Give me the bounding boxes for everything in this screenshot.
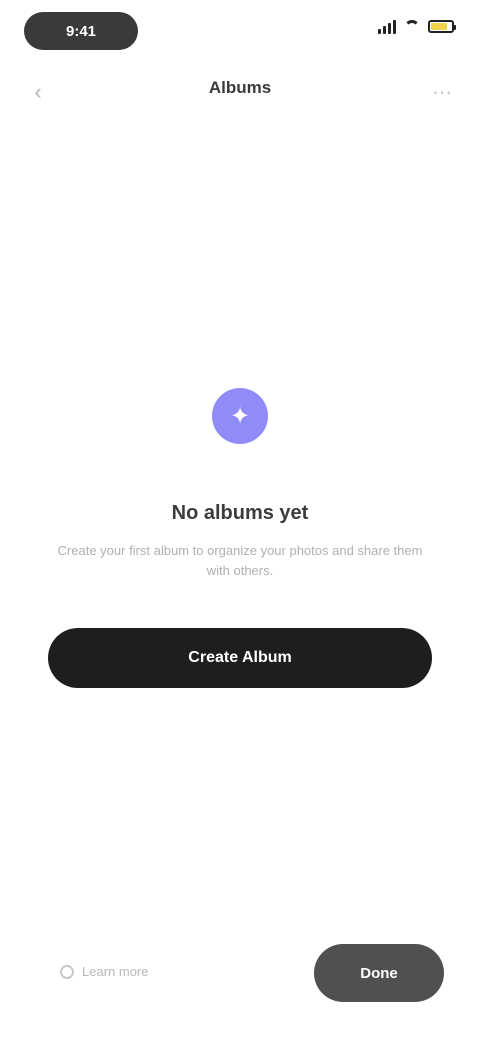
bottom-bar: Learn more Done: [0, 930, 480, 1020]
learn-more-label: Learn more: [82, 964, 149, 979]
learn-more-link[interactable]: Learn more: [60, 964, 148, 979]
app-screen: 9:41 ‹ Albums ⋯ ✦ No albums yet Create y…: [0, 0, 480, 1040]
more-icon[interactable]: ⋯: [426, 76, 458, 108]
status-time: 9:41: [24, 12, 138, 50]
status-bar: 9:41: [0, 0, 480, 64]
battery-icon: [428, 19, 456, 33]
create-album-button[interactable]: Create Album: [48, 628, 432, 688]
empty-state: ✦ No albums yet Create your first album …: [40, 388, 440, 581]
info-icon: [60, 964, 74, 979]
cellular-signal-icon: [378, 18, 396, 34]
empty-state-body: Create your first album to organize your…: [57, 543, 423, 578]
wifi-icon: [404, 20, 420, 32]
done-button[interactable]: Done: [314, 944, 444, 1002]
page-title: Albums: [208, 78, 272, 97]
empty-state-title: No albums yet: [171, 502, 309, 524]
photo-icon: ✦: [212, 388, 268, 444]
status-icons: [378, 18, 456, 34]
top-nav-bar: ‹ Albums ⋯: [0, 64, 480, 120]
